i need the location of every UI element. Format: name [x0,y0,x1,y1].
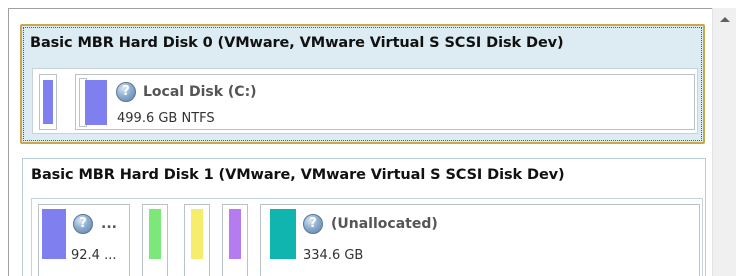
disk-1-partition-2[interactable] [142,204,168,276]
triangle-up-icon [719,16,730,22]
disk-0-partition-1[interactable] [39,74,57,130]
partition-info: 499.6 GB NTFS [117,111,215,126]
partition-usage-bar [270,209,296,259]
disk-1-partition-4[interactable] [222,204,248,276]
partition-usage-bar [149,209,161,259]
partition-usage-bar [43,80,53,124]
scroll-up-button[interactable] [713,8,736,30]
disk-1-partition-3[interactable] [184,204,210,276]
partition-usage-bar [85,80,107,125]
disk-1-title: Basic MBR Hard Disk 1 (VMware, VMware Vi… [31,167,565,183]
vertical-scrollbar[interactable] [712,8,736,276]
disk-1-partition-1[interactable]: ? ... 92.4 ... [38,204,130,276]
disk-0-partition-row: ? Local Disk (C:) 499.6 GB NTFS [32,68,698,134]
partition-info: 334.6 GB [303,248,364,263]
question-circle-icon: ? [73,214,93,234]
partition-usage-bar [42,209,66,259]
partition-usage-bar [229,209,241,259]
disk-1-partition-unallocated[interactable]: ? (Unallocated) 334.6 GB [260,204,700,276]
disk-1-partition-row: ? ... 92.4 ... ? (Unallocated) 334.6 GB [31,198,703,276]
partition-name: (Unallocated) [331,216,438,232]
partition-name: ... [101,216,117,232]
disk-1-panel[interactable]: Basic MBR Hard Disk 1 (VMware, VMware Vi… [22,158,706,276]
disk-0-title: Basic MBR Hard Disk 0 (VMware, VMware Vi… [30,35,564,51]
partition-usage-bar [191,209,203,259]
partition-name: Local Disk (C:) [143,84,257,100]
partition-info: 92.4 ... [71,248,117,263]
disk-0-partition-c[interactable]: ? Local Disk (C:) 499.6 GB NTFS [75,74,695,130]
question-circle-icon: ? [116,82,136,102]
disk-0-panel[interactable]: Basic MBR Hard Disk 0 (VMware, VMware Vi… [20,24,705,144]
question-circle-icon: ? [303,214,323,234]
